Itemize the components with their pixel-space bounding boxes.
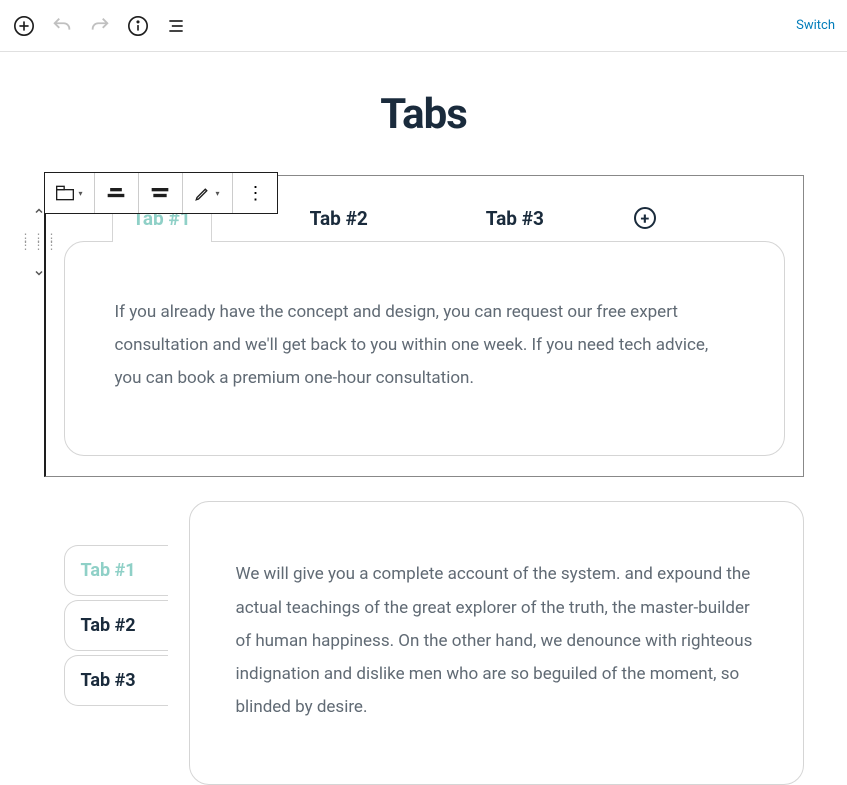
tabs-block-horizontal[interactable]: Tab #1 Tab #2 Tab #3 + If you already ha… (44, 175, 804, 477)
block-side-controls: ⋮⋮⋮⋮⋮⋮ (20, 205, 59, 279)
kebab-icon: ⋮ (247, 183, 263, 204)
top-toolbar: Switch (0, 0, 847, 52)
editor-area: ⋮⋮⋮⋮⋮⋮ ▾ ▾ ⋮ Tab #1 Tab #2 Tab #3 + (44, 175, 804, 785)
tab-3[interactable]: Tab #3 (466, 195, 564, 242)
vertical-tabs-column: Tab #1 Tab #2 Tab #3 (64, 501, 168, 706)
add-tab-button[interactable]: + (634, 207, 656, 229)
plus-icon: + (641, 209, 650, 228)
undo-icon (50, 14, 74, 38)
vtab-1[interactable]: Tab #1 (64, 545, 168, 596)
tab-content-panel[interactable]: If you already have the concept and desi… (64, 241, 785, 456)
move-down-icon[interactable] (33, 267, 45, 279)
switch-link[interactable]: Switch (796, 18, 835, 33)
chevron-down-icon: ▾ (78, 189, 82, 198)
block-toolbar: ▾ ▾ ⋮ (44, 172, 278, 214)
vtab-content-panel[interactable]: We will give you a complete account of t… (189, 501, 804, 785)
align-button-1[interactable] (95, 173, 139, 213)
more-options-button[interactable]: ⋮ (233, 173, 277, 213)
tab-2[interactable]: Tab #2 (290, 195, 388, 242)
block-type-button[interactable]: ▾ (45, 173, 95, 213)
redo-icon (88, 14, 112, 38)
add-block-icon[interactable] (12, 14, 36, 38)
tabs-block-vertical: Tab #1 Tab #2 Tab #3 We will give you a … (44, 501, 804, 785)
tab-content-text[interactable]: If you already have the concept and desi… (115, 296, 734, 395)
outline-icon[interactable] (164, 14, 188, 38)
vtab-2[interactable]: Tab #2 (64, 600, 168, 651)
vtab-content-text[interactable]: We will give you a complete account of t… (236, 558, 757, 724)
align-button-2[interactable] (139, 173, 183, 213)
info-icon[interactable] (126, 14, 150, 38)
toolbar-left (12, 14, 188, 38)
drag-handle-icon[interactable]: ⋮⋮⋮⋮⋮⋮ (20, 235, 59, 249)
page-title[interactable]: Tabs (0, 90, 847, 139)
style-button[interactable]: ▾ (183, 173, 233, 213)
vtab-3[interactable]: Tab #3 (64, 655, 168, 706)
chevron-down-icon: ▾ (215, 189, 219, 198)
